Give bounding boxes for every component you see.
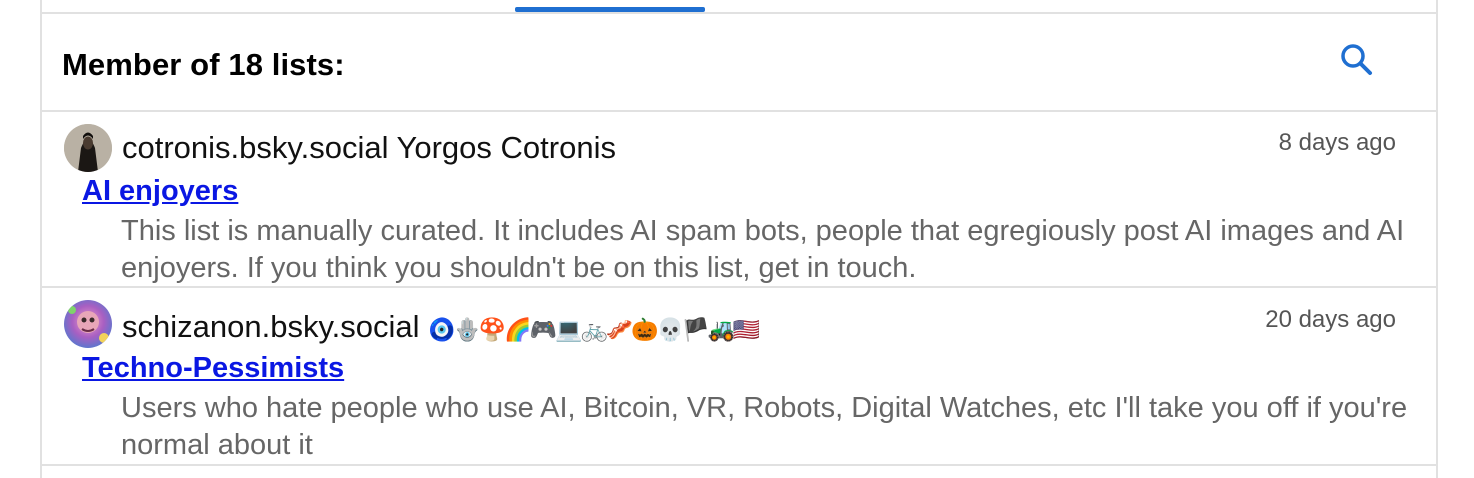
list-item: cotronis.bsky.social Yorgos Cotronis 8 d… [42, 112, 1436, 288]
lists-panel: Member of 18 lists: cotronis.bsky.social… [40, 0, 1438, 478]
list-item: schizanon.bsky.social 🧿🪬🍄🌈🎮💻🚲🥓🎃💀🏴🚜🇺🇸 20 … [42, 288, 1436, 466]
author-handle: schizanon.bsky.social [122, 309, 420, 344]
list-author[interactable]: cotronis.bsky.social Yorgos Cotronis [122, 130, 616, 166]
list-description: This list is manually curated. It includ… [121, 215, 1405, 284]
avatar[interactable] [64, 300, 112, 348]
timestamp: 20 days ago [1265, 306, 1396, 333]
avatar[interactable] [64, 124, 112, 172]
lists-header: Member of 18 lists: [42, 14, 1436, 112]
search-icon [1341, 44, 1372, 75]
author-display-name: Yorgos Cotronis [396, 130, 616, 165]
active-tab-indicator [515, 7, 705, 12]
timestamp: 8 days ago [1278, 129, 1396, 156]
page-title: Member of 18 lists: [62, 47, 345, 82]
search-button[interactable] [1336, 40, 1376, 80]
list-description: Users who hate people who use AI, Bitcoi… [121, 392, 1408, 461]
list-name-link[interactable]: AI enjoyers [82, 175, 238, 208]
list-author[interactable]: schizanon.bsky.social 🧿🪬🍄🌈🎮💻🚲🥓🎃💀🏴🚜🇺🇸 [122, 309, 760, 345]
author-handle: cotronis.bsky.social [122, 130, 389, 165]
author-display-name: 🧿🪬🍄🌈🎮💻🚲🥓🎃💀🏴🚜🇺🇸 [428, 318, 760, 343]
list-name-link[interactable]: Techno-Pessimists [82, 352, 344, 385]
